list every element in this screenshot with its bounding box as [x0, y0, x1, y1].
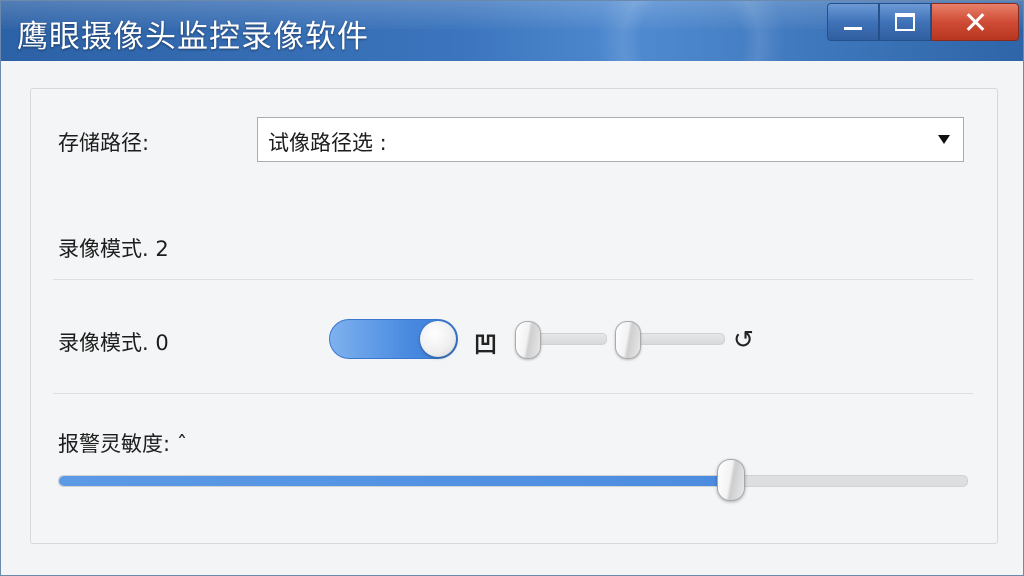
- window-title: 鹰眼摄像头监控录像软件: [17, 19, 369, 55]
- title-bar[interactable]: 鹰眼摄像头监控录像软件: [1, 1, 1023, 61]
- sensitivity-slider-track[interactable]: [58, 475, 968, 487]
- refresh-icon[interactable]: ↺: [733, 325, 754, 354]
- maximize-icon: [895, 13, 915, 31]
- slider-b-thumb[interactable]: [615, 321, 641, 359]
- storage-path-label: 存储路径:: [58, 131, 150, 155]
- sensitivity-label: 报警灵敏度: ˆ: [58, 432, 188, 456]
- sensitivity-slider-thumb[interactable]: [717, 459, 745, 501]
- mode-glyph: 凹: [474, 332, 497, 358]
- app-window: 鹰眼摄像头监控录像软件 存储路径: 试像路径选 : 录像模式. 2 录像模式. …: [0, 0, 1024, 576]
- record-mode-toggle[interactable]: [329, 319, 458, 359]
- slider-a-thumb[interactable]: [515, 321, 541, 359]
- record-mode-label-1: 录像模式. 2: [58, 237, 169, 261]
- minimize-icon: [844, 26, 862, 30]
- minimize-button[interactable]: [827, 3, 879, 41]
- sensitivity-slider-fill: [59, 476, 731, 486]
- close-button[interactable]: [931, 3, 1019, 41]
- divider: [53, 279, 973, 280]
- storage-path-value: 试像路径选 :: [268, 131, 387, 155]
- maximize-button[interactable]: [879, 3, 931, 41]
- close-icon: [965, 12, 985, 32]
- divider: [53, 393, 973, 394]
- triangle-down-icon[interactable]: [938, 135, 950, 144]
- record-mode-label-2: 录像模式. 0: [58, 331, 169, 355]
- storage-path-dropdown[interactable]: 试像路径选 :: [257, 117, 964, 162]
- toggle-knob[interactable]: [420, 321, 456, 357]
